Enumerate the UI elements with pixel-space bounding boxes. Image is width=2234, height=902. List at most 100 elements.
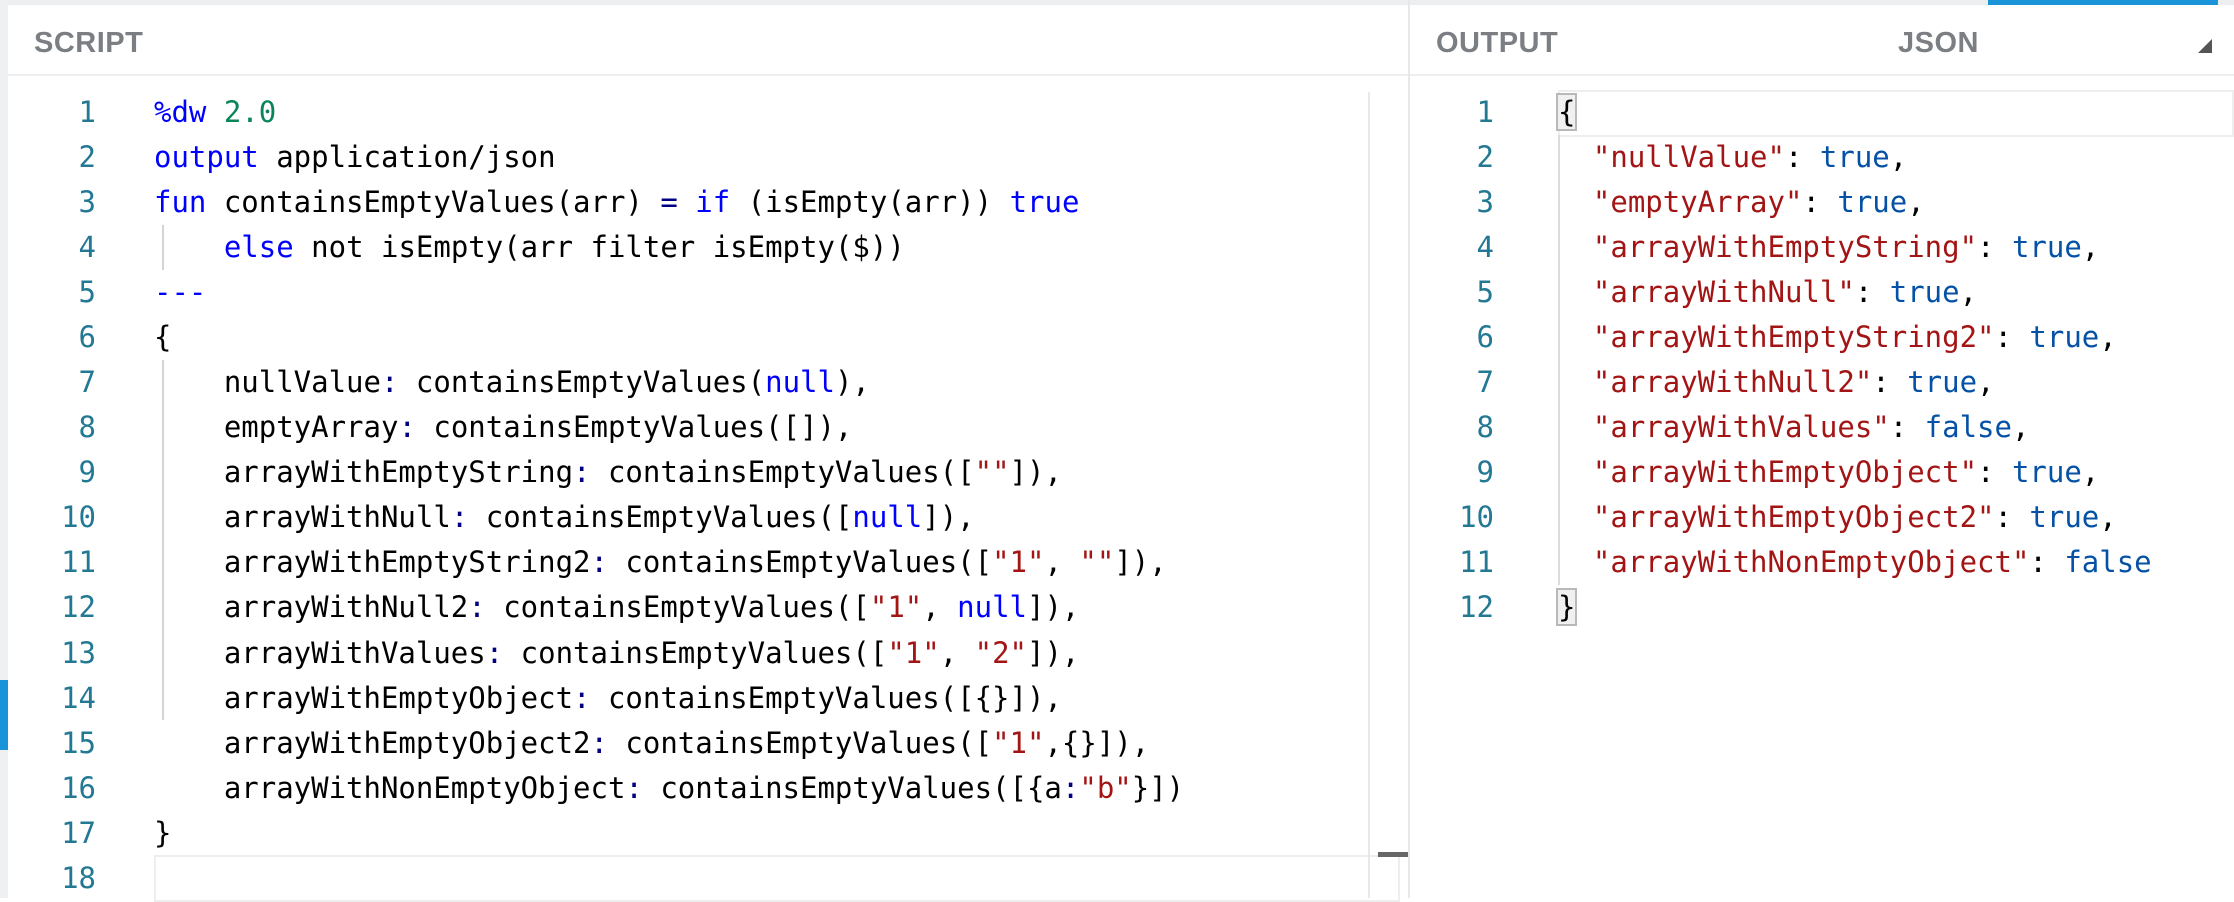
output-line: 9 "arrayWithEmptyObject": true,	[1410, 450, 2234, 495]
code-token: :	[573, 455, 608, 490]
code-token: else	[223, 230, 312, 265]
code-token: "arrayWithNonEmptyObject"	[1592, 545, 2030, 580]
script-line: 18	[8, 856, 1408, 901]
code-text: output application/json	[154, 135, 556, 180]
code-token: arrayWithEmptyObject	[154, 680, 574, 715]
code-token: {	[154, 320, 172, 355]
line-number: 9	[78, 455, 96, 490]
code-token: ]),	[922, 500, 975, 535]
code-text: "emptyArray": true,	[1558, 180, 1925, 225]
code-token: emptyArray	[154, 410, 399, 445]
code-token: "1"	[992, 725, 1045, 760]
code-token: :	[468, 590, 504, 625]
code-token: containsEmptyValues([{}]),	[607, 680, 1062, 715]
output-line: 5 "arrayWithNull": true,	[1410, 270, 2234, 315]
code-token: arrayWithEmptyObject2	[154, 725, 591, 760]
code-token: ,{}]),	[1044, 725, 1150, 760]
line-number: 13	[61, 635, 96, 670]
code-token: if	[695, 185, 748, 220]
code-token: 2.0	[223, 95, 277, 129]
script-line: 9 arrayWithEmptyString: containsEmptyVal…	[8, 450, 1408, 495]
script-scrollbar[interactable]	[1368, 92, 1370, 898]
code-token: :	[590, 725, 626, 760]
code-text: "arrayWithEmptyString": true,	[1558, 225, 2099, 270]
code-text: arrayWithEmptyObject: containsEmptyValue…	[154, 676, 1062, 721]
code-token: arrayWithNull2	[154, 590, 469, 625]
script-scroll-thumb[interactable]	[1378, 852, 1410, 857]
output-line: 1{	[1410, 90, 2234, 135]
code-text: "arrayWithNonEmptyObject": false	[1558, 540, 2152, 585]
code-token: not isEmpty(arr filter isEmpty($))	[311, 230, 905, 265]
code-token: :	[573, 680, 608, 715]
script-line: 10 arrayWithNull: containsEmptyValues([n…	[8, 495, 1408, 540]
code-token: true	[1819, 140, 1890, 175]
code-token: null	[957, 590, 1028, 625]
side-marker	[0, 680, 8, 750]
code-text: "arrayWithEmptyObject2": true,	[1558, 495, 2117, 540]
code-token: :	[2029, 545, 2065, 580]
line-number: 9	[1476, 455, 1494, 490]
output-line: 4 "arrayWithEmptyString": true,	[1410, 225, 2234, 270]
code-text: else not isEmpty(arr filter isEmpty($))	[154, 225, 905, 270]
code-text: arrayWithEmptyString2: containsEmptyValu…	[154, 540, 1167, 585]
code-token: true	[2029, 320, 2100, 355]
code-token: ---	[154, 275, 207, 310]
script-line: 14 arrayWithEmptyObject: containsEmptyVa…	[8, 676, 1408, 721]
code-token: :	[398, 410, 434, 445]
script-line: 5 ---	[8, 270, 1408, 315]
code-token: (isEmpty(arr))	[747, 185, 1010, 220]
output-line: 12}	[1410, 585, 2234, 630]
code-token: :	[1854, 275, 1890, 310]
code-text: {	[154, 315, 171, 360]
line-number: 5	[1476, 275, 1494, 310]
code-token: "1"	[887, 635, 940, 670]
code-text: %dw 2.0	[154, 90, 276, 135]
code-token: ]),	[1009, 455, 1062, 490]
code-text: arrayWithNonEmptyObject: containsEmptyVa…	[154, 766, 1184, 811]
code-token: }	[154, 815, 172, 850]
code-text: "arrayWithEmptyString2": true,	[1558, 315, 2117, 360]
script-line: 15 arrayWithEmptyObject2: containsEmptyV…	[8, 721, 1408, 766]
code-token: :	[1784, 140, 1820, 175]
output-pane: OUTPUT JSON 1{2 "nullValue": true, 3 "emp…	[1408, 0, 2234, 898]
code-token: containsEmptyValues([	[625, 545, 993, 580]
code-token: %dw	[154, 95, 224, 129]
code-token: ,	[1907, 185, 1925, 220]
code-text: "arrayWithNull2": true,	[1558, 360, 1995, 405]
code-text: arrayWithEmptyObject2: containsEmptyValu…	[154, 721, 1149, 766]
output-line: 6 "arrayWithEmptyString2": true,	[1410, 315, 2234, 360]
script-line: 13 arrayWithValues: containsEmptyValues(…	[8, 631, 1408, 676]
code-token: =	[660, 185, 696, 220]
script-editor[interactable]: 1 %dw 2.0 2 output application/json 3 fun con…	[8, 90, 1408, 902]
dropdown-arrow-icon[interactable]	[2198, 39, 2212, 53]
line-number: 5	[78, 275, 96, 310]
code-text: nullValue: containsEmptyValues(null),	[154, 360, 870, 405]
line-number: 11	[61, 545, 96, 580]
output-line: 11 "arrayWithNonEmptyObject": false	[1410, 540, 2234, 585]
line-number: 6	[1476, 320, 1494, 355]
output-format-select[interactable]: JSON	[1898, 27, 1979, 60]
code-token: }	[1555, 588, 1578, 627]
code-text: arrayWithEmptyString: containsEmptyValue…	[154, 450, 1062, 495]
code-token: true	[1837, 185, 1908, 220]
code-token: nullValue	[154, 365, 381, 400]
line-number: 3	[78, 185, 96, 220]
code-token: true	[1907, 365, 1978, 400]
code-token: containsEmptyValues([]),	[433, 410, 853, 445]
line-number: 18	[61, 860, 96, 895]
code-token: "arrayWithValues"	[1592, 410, 1890, 445]
code-token: "1"	[869, 590, 923, 625]
output-header: OUTPUT JSON	[1410, 0, 2234, 76]
output-editor[interactable]: 1{2 "nullValue": true, 3 "emptyArray": tr…	[1410, 90, 2234, 898]
code-token: "nullValue"	[1592, 140, 1785, 175]
code-token: containsEmptyValues([	[485, 500, 853, 535]
